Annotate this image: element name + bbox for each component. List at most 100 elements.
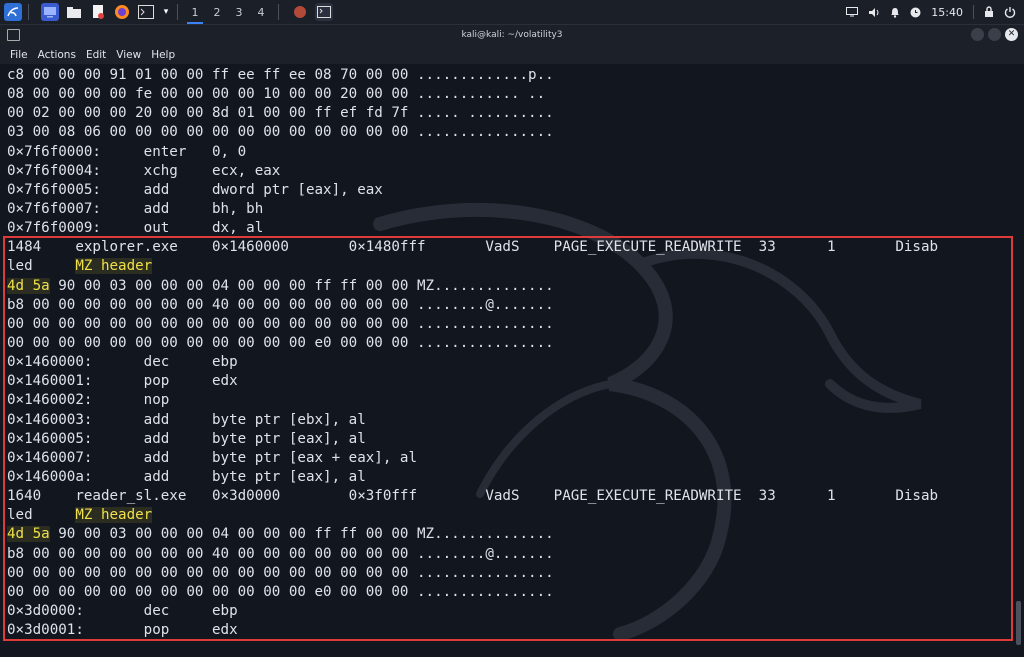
menu-file[interactable]: File bbox=[10, 49, 28, 61]
volume-icon[interactable] bbox=[868, 7, 880, 18]
terminal-line: 4d 5a 90 00 03 00 00 00 04 00 00 00 ff f… bbox=[7, 525, 1024, 544]
notification-bell-icon[interactable] bbox=[890, 7, 900, 18]
terminal-line-text: 00 00 00 00 00 00 00 00 00 00 00 00 e0 0… bbox=[7, 334, 554, 351]
terminal-launcher-icon[interactable] bbox=[137, 3, 155, 21]
terminal-line: 00 00 00 00 00 00 00 00 00 00 00 00 e0 0… bbox=[7, 583, 1024, 602]
terminal-line: 0×3d0000: dec ebp bbox=[7, 602, 1024, 621]
terminal-output[interactable]: c8 00 00 00 91 01 00 00 ff ee ff ee 08 7… bbox=[0, 64, 1024, 657]
workspace-label: 1 bbox=[191, 5, 199, 19]
terminal-line: 00 00 00 00 00 00 00 00 00 00 00 00 00 0… bbox=[7, 315, 1024, 334]
terminal-line-text: b8 00 00 00 00 00 00 00 40 00 00 00 00 0… bbox=[7, 545, 554, 562]
kali-menu-icon[interactable] bbox=[4, 3, 22, 21]
terminal-line: 08 00 00 00 00 fe 00 00 00 00 10 00 00 2… bbox=[7, 85, 1024, 104]
terminal-line-text: led bbox=[7, 507, 76, 524]
terminal-line: 00 00 00 00 00 00 00 00 00 00 00 00 00 0… bbox=[7, 564, 1024, 583]
maximize-button[interactable] bbox=[988, 28, 1001, 41]
mz-header-highlight: MZ header bbox=[75, 507, 153, 524]
minimize-button[interactable] bbox=[971, 28, 984, 41]
terminal-line-text: b8 00 00 00 00 00 00 00 40 00 00 00 00 0… bbox=[7, 296, 554, 313]
terminal-line: 00 00 00 00 00 00 00 00 00 00 00 00 e0 0… bbox=[7, 334, 1024, 353]
terminal-line-text: 08 00 00 00 00 fe 00 00 00 00 10 00 00 2… bbox=[7, 86, 546, 103]
file-manager-icon[interactable] bbox=[65, 3, 83, 21]
terminal-line-text: 0×7f6f0007: add bh, bh bbox=[7, 200, 264, 217]
menu-actions[interactable]: Actions bbox=[38, 49, 76, 61]
terminal-line: 0×1460005: add byte ptr [eax], al bbox=[7, 430, 1024, 449]
workspace-4[interactable]: 4 bbox=[250, 0, 272, 24]
terminal-line: 0×7f6f0005: add dword ptr [eax], eax bbox=[7, 181, 1024, 200]
desktop-icon[interactable] bbox=[41, 3, 59, 21]
workspace-2[interactable]: 2 bbox=[206, 0, 228, 24]
terminal-line-text: c8 00 00 00 91 01 00 00 ff ee ff ee 08 7… bbox=[7, 67, 554, 83]
terminal-line: 00 02 00 00 00 20 00 00 8d 01 00 00 ff e… bbox=[7, 104, 1024, 123]
taskbar-separator bbox=[177, 4, 178, 20]
terminal-line: 1484 explorer.exe 0×1460000 0×1480fff Va… bbox=[7, 238, 1024, 257]
window-controls: ✕ bbox=[971, 28, 1018, 41]
workspace-3[interactable]: 3 bbox=[228, 0, 250, 24]
firefox-icon[interactable] bbox=[113, 3, 131, 21]
terminal-line: 0×1460000: dec ebp bbox=[7, 353, 1024, 372]
clock-time[interactable]: 15:40 bbox=[931, 6, 963, 19]
window-title: kali@kali: ~/volatility3 bbox=[461, 30, 563, 40]
text-editor-icon[interactable] bbox=[89, 3, 107, 21]
terminal-line-text: 0×7f6f0000: enter 0, 0 bbox=[7, 143, 247, 160]
terminal-line-text: 0×146000a: add byte ptr [eax], al bbox=[7, 468, 366, 485]
terminal-line-text: 0×7f6f0004: xchg ecx, eax bbox=[7, 162, 281, 179]
terminal-line: c8 00 00 00 91 01 00 00 ff ee ff ee 08 7… bbox=[7, 66, 1024, 85]
terminal-line-text: 03 00 08 06 00 00 00 00 00 00 00 00 00 0… bbox=[7, 124, 554, 141]
terminal-line: 03 00 08 06 00 00 00 00 00 00 00 00 00 0… bbox=[7, 123, 1024, 142]
terminal-window-icon bbox=[7, 29, 20, 41]
lock-icon[interactable] bbox=[984, 6, 994, 18]
terminal-line: 0×7f6f0000: enter 0, 0 bbox=[7, 143, 1024, 162]
terminal-lines: c8 00 00 00 91 01 00 00 ff ee ff ee 08 7… bbox=[7, 66, 1024, 640]
terminal-line: 0×1460003: add byte ptr [ebx], al bbox=[7, 411, 1024, 430]
terminal-line-text: 0×1460003: add byte ptr [ebx], al bbox=[7, 411, 366, 428]
taskbar-separator bbox=[278, 4, 279, 20]
terminal-line: b8 00 00 00 00 00 00 00 40 00 00 00 00 0… bbox=[7, 545, 1024, 564]
menu-edit[interactable]: Edit bbox=[86, 49, 106, 61]
terminal-line-text: led bbox=[7, 258, 76, 275]
terminal-line-text: 00 00 00 00 00 00 00 00 00 00 00 00 00 0… bbox=[7, 564, 554, 581]
menu-help[interactable]: Help bbox=[151, 49, 175, 61]
terminal-line-text: 0×7f6f0005: add dword ptr [eax], eax bbox=[7, 181, 383, 198]
terminal-line-text: 1484 explorer.exe 0×1460000 0×1480fff Va… bbox=[7, 239, 939, 256]
terminal-line-text: 0×7f6f0009: out dx, al bbox=[7, 220, 264, 237]
terminal-line-text: 0×1460005: add byte ptr [eax], al bbox=[7, 430, 366, 447]
taskbar-terminal-window-icon[interactable] bbox=[315, 3, 333, 21]
window-titlebar[interactable]: kali@kali: ~/volatility3 ✕ bbox=[0, 25, 1024, 45]
terminal-line: 0×1460007: add byte ptr [eax + eax], al bbox=[7, 449, 1024, 468]
terminal-line: b8 00 00 00 00 00 00 00 40 00 00 00 00 0… bbox=[7, 296, 1024, 315]
terminal-line: 0×1460001: pop edx bbox=[7, 372, 1024, 391]
close-button[interactable]: ✕ bbox=[1005, 28, 1018, 41]
terminal-line-text: 0×1460002: nop bbox=[7, 392, 170, 409]
terminal-line-text: 0×1460001: pop edx bbox=[7, 373, 238, 390]
terminal-line-text: 0×1460007: add byte ptr [eax + eax], al bbox=[7, 449, 417, 466]
power-icon[interactable] bbox=[1004, 6, 1016, 18]
taskbar-app-icon[interactable] bbox=[291, 3, 309, 21]
terminal-line: 0×146000a: add byte ptr [eax], al bbox=[7, 468, 1024, 487]
clock-icon bbox=[910, 7, 921, 18]
terminal-line-text: 0×1460000: dec ebp bbox=[7, 354, 238, 371]
terminal-line-text: 00 00 00 00 00 00 00 00 00 00 00 00 00 0… bbox=[7, 315, 554, 332]
taskbar: ▾ 1 2 3 4 15:40 bbox=[0, 0, 1024, 25]
terminal-line-text: 0×3d0000: dec ebp bbox=[7, 602, 238, 619]
terminal-scrollbar[interactable] bbox=[1016, 601, 1021, 645]
menu-view[interactable]: View bbox=[116, 49, 141, 61]
terminal-line-text: 90 00 03 00 00 00 04 00 00 00 ff ff 00 0… bbox=[49, 277, 554, 294]
terminal-line-text: 0×3d0001: pop edx bbox=[7, 622, 238, 639]
chevron-down-icon[interactable]: ▾ bbox=[161, 3, 171, 21]
tray-separator bbox=[973, 5, 974, 19]
terminal-line: 4d 5a 90 00 03 00 00 00 04 00 00 00 ff f… bbox=[7, 277, 1024, 296]
workspace-label: 4 bbox=[257, 5, 265, 19]
terminal-line: 0×3d0001: pop edx bbox=[7, 621, 1024, 640]
workspace-1[interactable]: 1 bbox=[184, 0, 206, 24]
menu-bar: File Actions Edit View Help bbox=[0, 45, 1024, 64]
system-tray: 15:40 bbox=[846, 5, 1024, 19]
terminal-line: led MZ header bbox=[7, 257, 1024, 276]
workspace-label: 3 bbox=[235, 5, 243, 19]
terminal-line: 1640 reader_sl.exe 0×3d0000 0×3f0fff Vad… bbox=[7, 487, 1024, 506]
highlighted-magic-bytes: 4d 5a bbox=[7, 526, 50, 543]
highlighted-magic-bytes: 4d 5a bbox=[7, 277, 50, 294]
terminal-line-text: 90 00 03 00 00 00 04 00 00 00 ff ff 00 0… bbox=[49, 526, 554, 543]
terminal-line-text: 00 02 00 00 00 20 00 00 8d 01 00 00 ff e… bbox=[7, 105, 554, 122]
display-icon[interactable] bbox=[846, 7, 859, 17]
